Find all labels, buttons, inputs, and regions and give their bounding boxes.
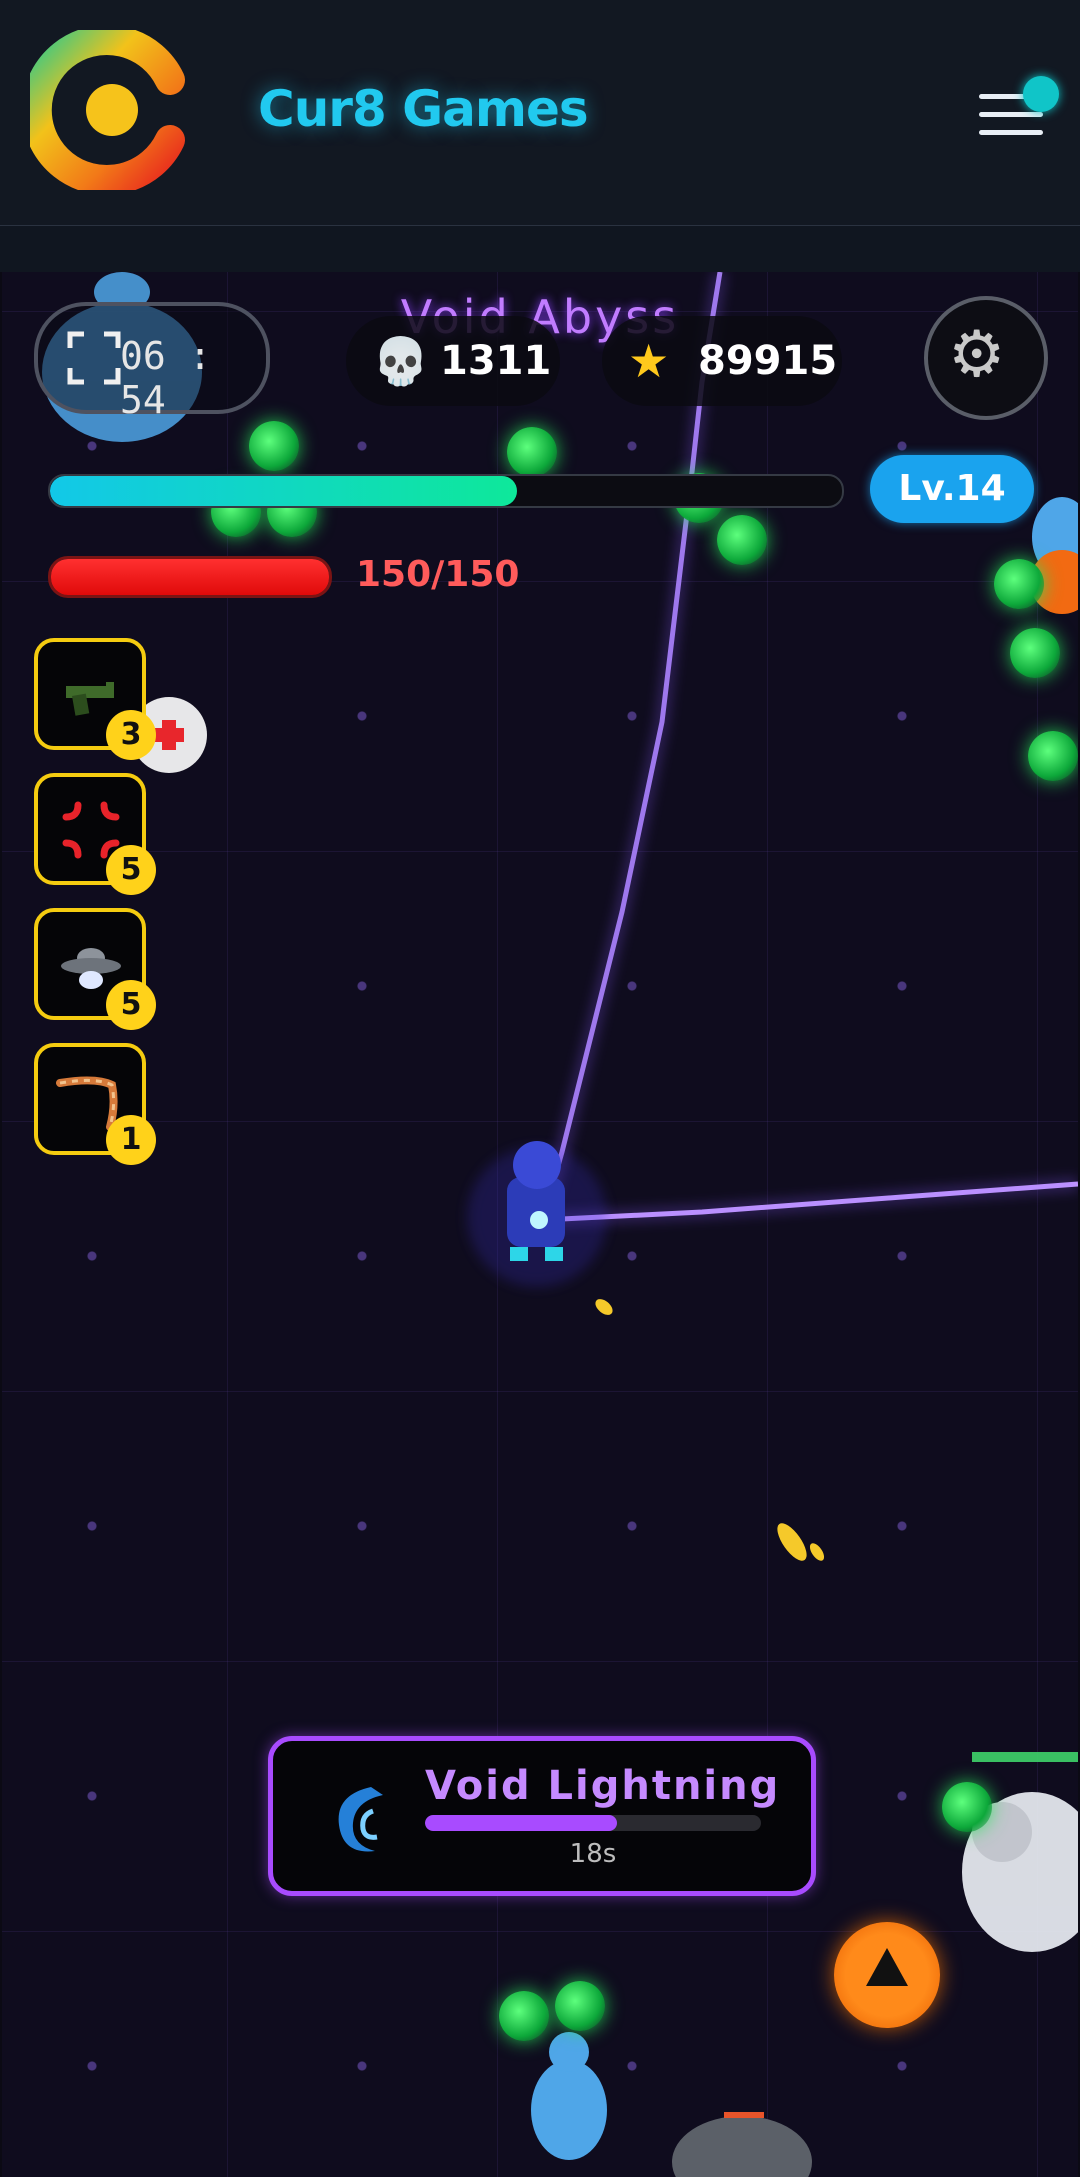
game-canvas[interactable]: 06 : 54 Void Abyss 💀 1311 ★ 89915 ⚙ Lv.1… — [2, 272, 1078, 2177]
xp-orb — [717, 515, 767, 565]
xp-orb — [1028, 731, 1078, 781]
cur8-logo-icon[interactable] — [30, 30, 190, 190]
star-icon: ★ — [628, 334, 670, 388]
health-bar-fill — [51, 559, 329, 595]
xp-orb — [249, 421, 299, 471]
weapon-slot-burst[interactable]: 5 — [34, 773, 156, 895]
skull-icon: 💀 — [372, 334, 430, 388]
timer-text: 06 : 54 — [120, 334, 212, 422]
gear-icon: ⚙ — [948, 318, 1006, 392]
score-value: 89915 — [698, 338, 838, 384]
cyclone-icon — [338, 1787, 383, 1852]
white-blob-enemy — [962, 1752, 1078, 1952]
skill-timer-bar — [425, 1815, 761, 1831]
player-character — [467, 1141, 607, 1287]
header-divider-strip — [0, 226, 1080, 272]
xp-bar — [48, 474, 844, 508]
direction-joystick[interactable] — [834, 1922, 940, 2028]
weapon-slot-ufo[interactable]: 5 — [34, 908, 156, 1030]
settings-button[interactable]: ⚙ — [924, 296, 1048, 420]
app-header: Cur8 Games — [0, 0, 1080, 227]
kill-count: 1311 — [440, 338, 552, 384]
skill-name: Void Lightning — [425, 1763, 781, 1809]
weapon-slot-pistol[interactable]: 3 — [34, 638, 156, 760]
weapon-level-badge: 5 — [106, 845, 156, 895]
weapon-level-badge: 5 — [106, 980, 156, 1030]
health-text: 150/150 — [356, 554, 520, 595]
xp-orb — [499, 1991, 549, 2041]
xp-orb — [507, 427, 557, 477]
notification-dot — [1023, 76, 1059, 112]
level-badge: Lv.14 — [870, 455, 1034, 523]
active-skill-panel: Void Lightning 18s — [268, 1736, 816, 1896]
weapon-level-badge: 1 — [106, 1115, 156, 1165]
hamburger-menu-icon[interactable] — [975, 76, 1059, 150]
projectile — [595, 1299, 825, 1561]
weapon-slot-boomerang[interactable]: 1 — [34, 1043, 156, 1165]
up-arrow-icon — [866, 1948, 908, 1986]
score-counter: ★ 89915 — [602, 316, 842, 406]
weapon-level-badge: 3 — [106, 710, 156, 760]
kill-counter: 💀 1311 — [346, 316, 560, 406]
xp-bar-fill — [50, 476, 518, 506]
xp-orb — [555, 1981, 605, 2031]
grey-robot-enemy — [672, 2112, 812, 2177]
blue-ghost-enemy-bottom — [531, 2032, 607, 2160]
xp-orb — [1010, 628, 1060, 678]
skill-time-left: 18s — [569, 1839, 617, 1869]
xp-orb — [942, 1782, 992, 1832]
xp-orb — [994, 559, 1044, 609]
brand-name: Cur8 Games — [258, 80, 589, 138]
skill-timer-fill — [425, 1815, 617, 1831]
health-bar — [48, 556, 332, 598]
